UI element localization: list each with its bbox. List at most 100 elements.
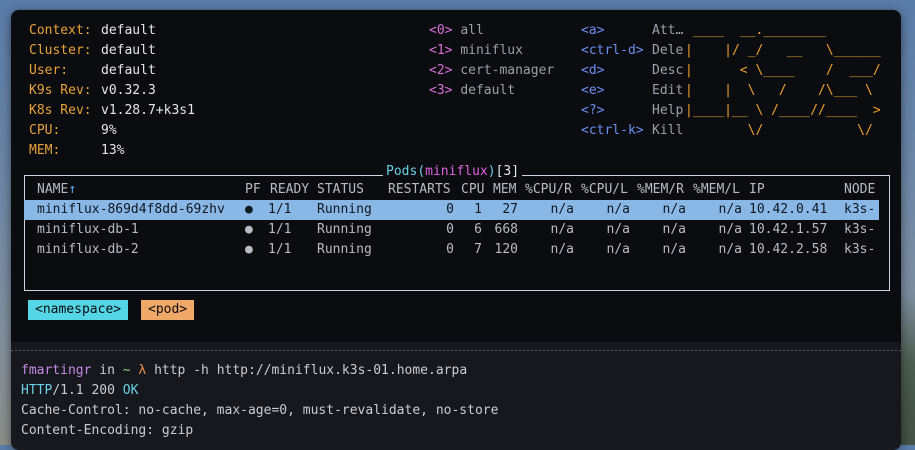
pod-cpu-r: n/a — [550, 202, 574, 217]
namespace-name: miniflux — [460, 43, 523, 58]
pod-ready: 1/1 — [268, 242, 292, 257]
col-mem-r[interactable]: %MEM/R — [637, 180, 684, 200]
col-cpu[interactable]: CPU — [461, 180, 484, 200]
pod-mem-l: n/a — [718, 222, 742, 237]
namespace-key: <0> — [429, 23, 453, 38]
pod-status: Running — [317, 222, 372, 237]
shortcut-key[interactable]: <ctrl-d> — [581, 41, 644, 61]
pod-node: k3s- — [844, 222, 876, 237]
namespace-key: <1> — [429, 43, 453, 58]
col-mem[interactable]: MEM — [493, 180, 516, 200]
logo-line: \/ \/ — [685, 123, 873, 138]
title-count: [3] — [495, 164, 520, 179]
pod-name: miniflux-db-1 — [37, 222, 139, 237]
pod-mem-r: n/a — [662, 222, 686, 237]
table-row[interactable]: miniflux-869d4f8dd-69zhv ● 1/1 Running 0… — [24, 200, 879, 220]
http-header-line: Cache-Control: no-cache, max-age=0, must… — [21, 403, 499, 418]
pod-mem-l: n/a — [718, 202, 742, 217]
shortcut-action: Kill — [652, 123, 684, 138]
shortcut-action: Att… — [652, 23, 684, 38]
pod-mem: 668 — [494, 222, 518, 237]
http-header-value: no-cache, max-age=0, must-revalidate, no… — [138, 403, 499, 418]
namespace-item[interactable]: <3> default — [429, 81, 515, 101]
pod-cpu-l: n/a — [606, 202, 630, 217]
terminal-window[interactable]: Context: default Cluster: default User: … — [11, 10, 901, 450]
pod-mem-r: n/a — [662, 202, 686, 217]
shell-prompt-symbol: λ — [138, 363, 147, 378]
namespace-key: <3> — [429, 83, 453, 98]
pod-cpu-l: n/a — [606, 222, 630, 237]
shortcut-key[interactable]: <ctrl-k> — [581, 121, 644, 141]
shell-in: in — [99, 363, 115, 378]
pane-divider[interactable] — [11, 350, 901, 351]
title-namespace: miniflux — [425, 164, 488, 179]
col-mem-l[interactable]: %MEM/L — [693, 180, 740, 200]
col-ready[interactable]: READY — [270, 180, 309, 200]
shortcut-key[interactable]: <e> — [581, 81, 604, 101]
logo-line: ____ __.________ — [685, 23, 826, 38]
pod-node: k3s- — [844, 202, 876, 217]
pod-mem-r: n/a — [662, 242, 686, 257]
namespace-item[interactable]: <1> miniflux — [429, 41, 523, 61]
col-cpu-l[interactable]: %CPU/L — [581, 180, 628, 200]
http-header-name: Content-Encoding — [21, 423, 147, 438]
info-value: default — [101, 63, 156, 78]
col-status[interactable]: STATUS — [317, 180, 364, 200]
shell-prompt-line: fmartingr in ~ λ http -h http://miniflux… — [21, 361, 467, 381]
k9s-pane[interactable]: Context: default Cluster: default User: … — [11, 10, 901, 342]
pod-cpu-r: n/a — [550, 222, 574, 237]
info-label: K9s Rev: — [29, 83, 92, 98]
logo-line: | | \ / /\___ \ — [685, 83, 873, 98]
col-ip[interactable]: IP — [749, 180, 765, 200]
col-node[interactable]: NODE — [844, 180, 875, 200]
shortcut-key[interactable]: <d> — [581, 61, 604, 81]
table-row[interactable]: miniflux-db-1 ● 1/1 Running 0 6 668 n/a … — [24, 220, 879, 240]
title-word: Pods — [386, 164, 418, 179]
port-forward-dot-icon: ● — [245, 202, 253, 217]
pod-cpu: 7 — [474, 242, 482, 257]
http-version-code: /1.1 200 — [52, 383, 123, 398]
shortcut-action: Help — [652, 103, 684, 118]
port-forward-dot-icon: ● — [245, 222, 253, 237]
port-forward-dot-icon: ● — [245, 242, 253, 257]
pod-cpu: 6 — [474, 222, 482, 237]
logo-line: |____|__ \ /____//____ > — [685, 103, 881, 118]
col-restarts[interactable]: RESTARTS — [388, 180, 451, 200]
info-label: CPU: — [29, 123, 61, 138]
pod-restarts: 0 — [446, 202, 454, 217]
pod-ip: 10.42.2.58 — [749, 242, 828, 257]
breadcrumb-namespace[interactable]: <namespace> — [28, 300, 129, 320]
table-header: NAME↑ PF READY STATUS RESTARTS CPU MEM %… — [24, 180, 879, 200]
shortcut-key[interactable]: <?> — [581, 101, 604, 121]
namespace-name: all — [460, 23, 484, 38]
info-label: K8s Rev: — [29, 103, 92, 118]
col-cpu-r[interactable]: %CPU/R — [525, 180, 572, 200]
pod-cpu: 1 — [474, 202, 482, 217]
http-header-line: Content-Encoding: gzip — [21, 423, 194, 438]
info-label: Cluster: — [29, 43, 92, 58]
info-label: Context: — [29, 23, 92, 38]
namespace-name: default — [460, 83, 516, 98]
http-status-line: HTTP/1.1 200 OK — [21, 381, 138, 401]
col-pf[interactable]: PF — [245, 180, 261, 200]
pod-restarts: 0 — [446, 242, 454, 257]
shortcut-action: Dele — [652, 43, 684, 58]
info-label: User: — [29, 63, 69, 78]
pod-restarts: 0 — [446, 222, 454, 237]
logo-line: | < \____ / ___/ — [685, 63, 881, 78]
breadcrumb-pod[interactable]: <pod> — [141, 300, 195, 320]
namespace-item[interactable]: <0> all — [429, 21, 484, 41]
shortcut-key[interactable]: <a> — [581, 21, 604, 41]
pods-table-title: Pods(miniflux)[3] — [383, 162, 523, 182]
http-header-name: Cache-Control — [21, 403, 123, 418]
col-name[interactable]: NAME — [37, 182, 68, 197]
info-value: default — [101, 43, 156, 58]
namespace-key: <2> — [429, 63, 453, 78]
table-row[interactable]: miniflux-db-2 ● 1/1 Running 0 7 120 n/a … — [24, 240, 879, 260]
pod-node: k3s- — [844, 242, 876, 257]
http-status-text: OK — [122, 383, 139, 398]
info-value: 9% — [101, 123, 117, 138]
namespace-item[interactable]: <2> cert-manager — [429, 61, 554, 81]
pod-mem-l: n/a — [718, 242, 742, 257]
info-label: MEM: — [29, 143, 61, 158]
